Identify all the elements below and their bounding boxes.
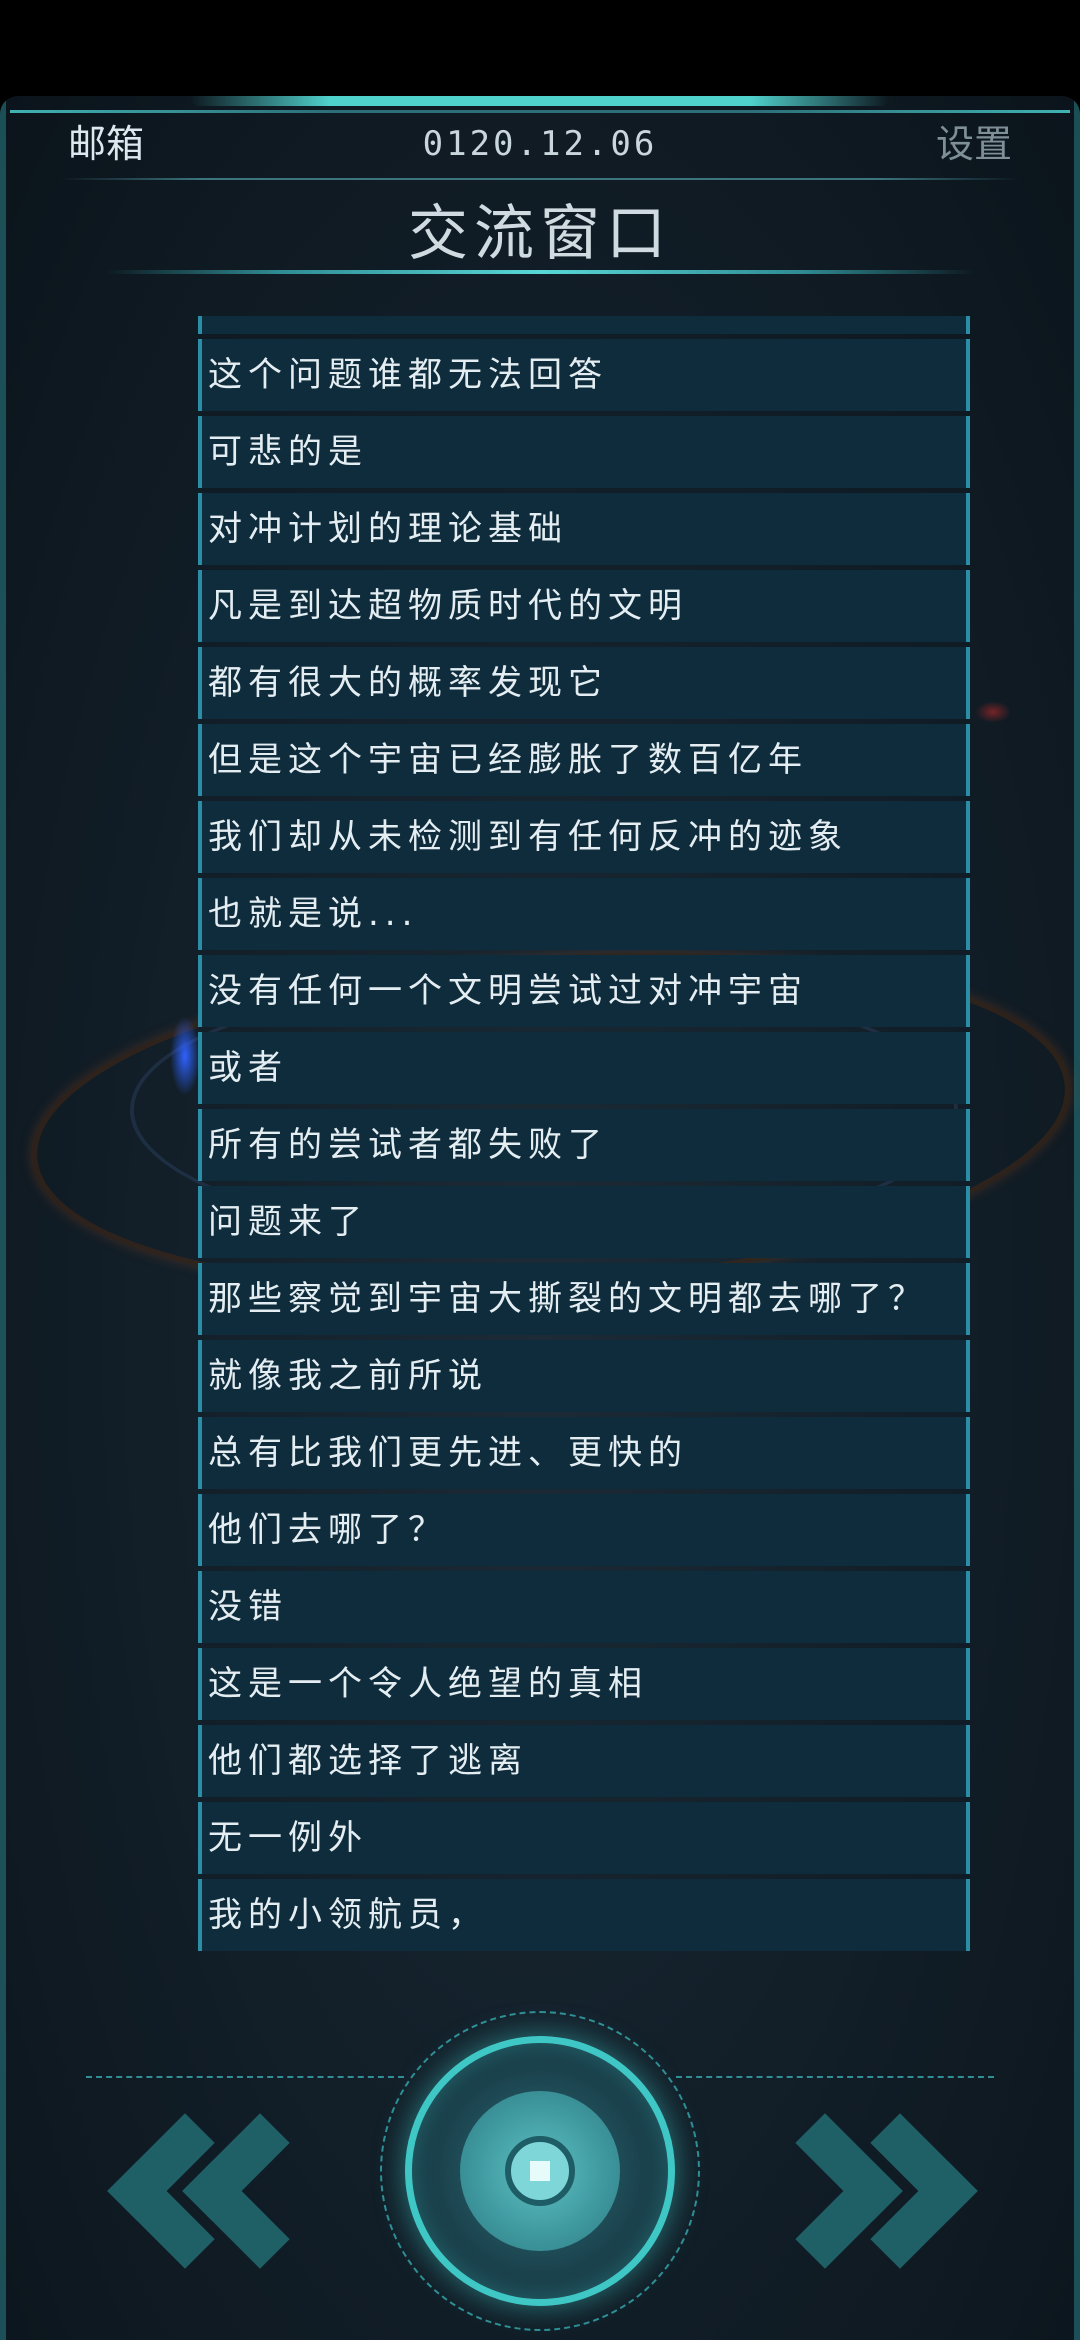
next-button[interactable] <box>747 2106 990 2316</box>
message-item: 没有任何一个文明尝试过对冲宇宙 <box>198 955 970 1027</box>
message-item: 这是一个令人绝望的真相 <box>198 1648 970 1720</box>
previous-button[interactable] <box>100 2106 340 2316</box>
message-list[interactable]: 这个问题谁都无法回答 可悲的是 对冲计划的理论基础 凡是到达超物质时代的文明 都… <box>198 316 970 2068</box>
message-list-item-partial <box>198 316 970 334</box>
control-dash-line-left <box>86 2076 404 2078</box>
message-item: 无一例外 <box>198 1802 970 1874</box>
header-divider <box>60 178 1020 180</box>
frame-left <box>0 96 6 2340</box>
message-item: 也就是说... <box>198 878 970 950</box>
center-button-core-icon <box>505 2136 575 2206</box>
settings-button[interactable]: 设置 <box>936 114 1012 174</box>
message-item: 他们都选择了逃离 <box>198 1725 970 1797</box>
message-item: 这个问题谁都无法回答 <box>198 339 970 411</box>
message-item: 所有的尝试者都失败了 <box>198 1109 970 1181</box>
control-dash-line-right <box>676 2076 994 2078</box>
message-item: 没错 <box>198 1571 970 1643</box>
blue-glow-decoration <box>170 1016 200 1096</box>
status-bar <box>0 0 1080 96</box>
center-button-inner <box>460 2091 620 2251</box>
message-item: 但是这个宇宙已经膨胀了数百亿年 <box>198 724 970 796</box>
message-item: 总有比我们更先进、更快的 <box>198 1417 970 1489</box>
message-item: 那些察觉到宇宙大撕裂的文明都去哪了？ <box>198 1263 970 1335</box>
frame-right <box>1074 96 1080 2340</box>
game-screen: 邮箱 0120.12.06 设置 交流窗口 这个问题谁都无法回答 可悲的是 对冲… <box>0 96 1080 2340</box>
message-item: 可悲的是 <box>198 416 970 488</box>
message-item: 凡是到达超物质时代的文明 <box>198 570 970 642</box>
message-item: 就像我之前所说 <box>198 1340 970 1412</box>
top-frame-line <box>10 110 1070 113</box>
square-icon <box>530 2161 550 2181</box>
page-title: 交流窗口 <box>408 199 672 269</box>
red-planet-decoration <box>975 701 1011 723</box>
message-item: 都有很大的概率发现它 <box>198 647 970 719</box>
center-action-button[interactable] <box>405 2036 675 2306</box>
date-display: 0120.12.06 <box>422 124 658 164</box>
message-item: 他们去哪了？ <box>198 1494 970 1566</box>
message-item: 我们却从未检测到有任何反冲的迹象 <box>198 801 970 873</box>
message-item: 我的小领航员， <box>198 1879 970 1951</box>
message-item: 问题来了 <box>198 1186 970 1258</box>
message-item: 或者 <box>198 1032 970 1104</box>
title-underline <box>105 270 975 274</box>
top-glow-decoration <box>190 96 890 106</box>
message-item: 对冲计划的理论基础 <box>198 493 970 565</box>
